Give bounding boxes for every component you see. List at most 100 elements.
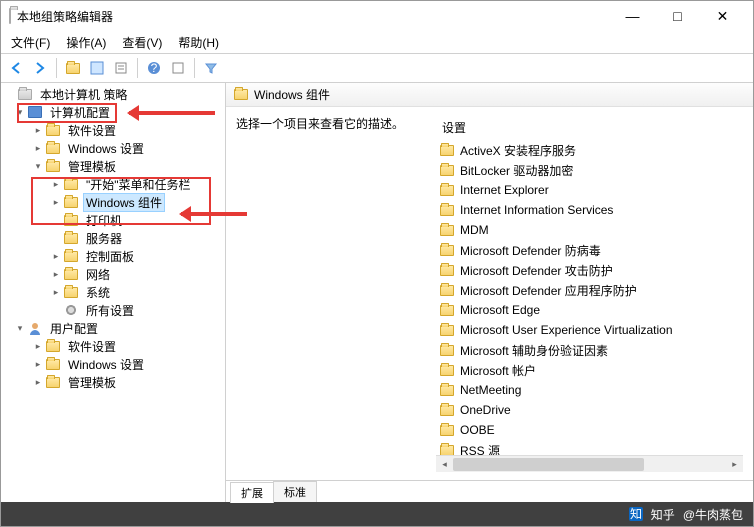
folder-icon <box>63 194 79 210</box>
window-title: 本地组策略编辑器 <box>17 8 113 25</box>
list-item[interactable]: OneDrive <box>436 400 743 420</box>
content-header: Windows 组件 <box>226 83 753 107</box>
toolbar: ? <box>1 53 753 83</box>
list-item-label: BitLocker 驱动器加密 <box>460 162 573 179</box>
tree-windows-components[interactable]: ▸Windows 组件 <box>1 193 225 211</box>
list-item[interactable]: OOBE <box>436 420 743 440</box>
folder-icon <box>440 405 454 416</box>
tree-u-admin-templates[interactable]: ▸管理模板 <box>1 373 225 391</box>
folder-icon <box>45 356 61 372</box>
folder-icon <box>63 248 79 264</box>
folder-icon <box>63 284 79 300</box>
back-button[interactable] <box>5 57 27 79</box>
scroll-left-button[interactable]: ◂ <box>436 456 453 473</box>
svg-text:?: ? <box>151 61 158 75</box>
horizontal-scrollbar[interactable]: ◂ ▸ <box>436 455 743 472</box>
tree-windows-settings[interactable]: ▸Windows 设置 <box>1 139 225 157</box>
maximize-button[interactable]: □ <box>655 2 700 31</box>
list-item[interactable]: Internet Explorer <box>436 180 743 200</box>
folder-icon <box>440 285 454 296</box>
list-item[interactable]: BitLocker 驱动器加密 <box>436 160 743 180</box>
tree-network[interactable]: ▸网络 <box>1 265 225 283</box>
folder-icon <box>440 365 454 376</box>
folder-icon <box>440 185 454 196</box>
tree-start-menu[interactable]: ▸"开始"菜单和任务栏 <box>1 175 225 193</box>
list-item[interactable]: Microsoft Defender 防病毒 <box>436 240 743 260</box>
list-item-label: Microsoft Defender 应用程序防护 <box>460 282 637 299</box>
tree-server[interactable]: 服务器 <box>1 229 225 247</box>
list-item-label: NetMeeting <box>460 383 521 397</box>
list-item[interactable]: NetMeeting <box>436 380 743 400</box>
tab-standard[interactable]: 标准 <box>273 481 317 502</box>
tree-software-settings[interactable]: ▸软件设置 <box>1 121 225 139</box>
column-header-settings[interactable]: 设置 <box>436 115 743 140</box>
list-item[interactable]: Microsoft 辅助身份验证因素 <box>436 340 743 360</box>
watermark-source: 知乎 <box>651 506 675 523</box>
menu-view[interactable]: 查看(V) <box>116 32 168 53</box>
close-button[interactable]: ✕ <box>700 2 745 31</box>
menubar: 文件(F) 操作(A) 查看(V) 帮助(H) <box>1 31 753 53</box>
folder-icon <box>440 305 454 316</box>
content-title: Windows 组件 <box>254 86 330 103</box>
list-item-label: Microsoft Defender 防病毒 <box>460 242 601 259</box>
scroll-right-button[interactable]: ▸ <box>726 456 743 473</box>
list-item[interactable]: Microsoft 帐户 <box>436 360 743 380</box>
list-item[interactable]: Microsoft Edge <box>436 300 743 320</box>
list-item[interactable]: ActiveX 安装程序服务 <box>436 140 743 160</box>
minimize-button[interactable]: — <box>610 2 655 31</box>
menu-action[interactable]: 操作(A) <box>60 32 112 53</box>
description-column: 选择一个项目来查看它的描述。 <box>236 115 436 472</box>
user-icon <box>27 320 43 336</box>
main-area: 本地计算机 策略 ▾计算机配置 ▸软件设置 ▸Windows 设置 ▾管理模板 … <box>1 83 753 502</box>
folder-icon <box>45 338 61 354</box>
list-item[interactable]: Internet Information Services <box>436 200 743 220</box>
policy-icon <box>17 86 33 102</box>
list-item[interactable]: Microsoft Defender 攻击防护 <box>436 260 743 280</box>
folder-icon <box>440 245 454 256</box>
list-item[interactable]: Microsoft Defender 应用程序防护 <box>436 280 743 300</box>
up-button[interactable] <box>62 57 84 79</box>
tree-printer[interactable]: 打印机 <box>1 211 225 229</box>
tree-computer-config[interactable]: ▾计算机配置 <box>1 103 225 121</box>
help-button[interactable]: ? <box>143 57 165 79</box>
watermark-footer: 知 知乎 @牛肉蒸包 <box>1 502 753 526</box>
content-tabs: 扩展 标准 <box>226 480 753 502</box>
tab-extended[interactable]: 扩展 <box>230 482 274 503</box>
list-item-label: Internet Information Services <box>460 203 613 217</box>
tree-root[interactable]: 本地计算机 策略 <box>1 85 225 103</box>
folder-icon <box>63 230 79 246</box>
list-item-label: MDM <box>460 223 489 237</box>
folder-icon <box>63 176 79 192</box>
settings-list[interactable]: 设置 ActiveX 安装程序服务BitLocker 驱动器加密Internet… <box>436 115 743 472</box>
show-tree-button[interactable] <box>86 57 108 79</box>
export-button[interactable] <box>110 57 132 79</box>
tree-admin-templates[interactable]: ▾管理模板 <box>1 157 225 175</box>
folder-icon <box>440 265 454 276</box>
forward-button[interactable] <box>29 57 51 79</box>
tree-all-settings[interactable]: 所有设置 <box>1 301 225 319</box>
list-item-label: Microsoft Edge <box>460 303 540 317</box>
filter-button[interactable] <box>200 57 222 79</box>
properties-button[interactable] <box>167 57 189 79</box>
folder-icon <box>440 325 454 336</box>
tree-control-panel[interactable]: ▸控制面板 <box>1 247 225 265</box>
menu-file[interactable]: 文件(F) <box>5 32 56 53</box>
tree-u-software-settings[interactable]: ▸软件设置 <box>1 337 225 355</box>
folder-icon <box>63 266 79 282</box>
list-item[interactable]: MDM <box>436 220 743 240</box>
tree-system[interactable]: ▸系统 <box>1 283 225 301</box>
folder-icon <box>440 225 454 236</box>
menu-help[interactable]: 帮助(H) <box>172 32 225 53</box>
scroll-thumb[interactable] <box>453 458 644 471</box>
content-pane: Windows 组件 选择一个项目来查看它的描述。 设置 ActiveX 安装程… <box>226 83 753 502</box>
tree-u-windows-settings[interactable]: ▸Windows 设置 <box>1 355 225 373</box>
folder-icon <box>45 122 61 138</box>
tree-pane[interactable]: 本地计算机 策略 ▾计算机配置 ▸软件设置 ▸Windows 设置 ▾管理模板 … <box>1 83 226 502</box>
folder-icon <box>440 345 454 356</box>
list-item[interactable]: Microsoft User Experience Virtualization <box>436 320 743 340</box>
tree-user-config[interactable]: ▾用户配置 <box>1 319 225 337</box>
folder-icon <box>45 158 61 174</box>
description-text: 选择一个项目来查看它的描述。 <box>236 115 426 132</box>
list-item-label: OneDrive <box>460 403 511 417</box>
folder-icon <box>440 445 454 456</box>
